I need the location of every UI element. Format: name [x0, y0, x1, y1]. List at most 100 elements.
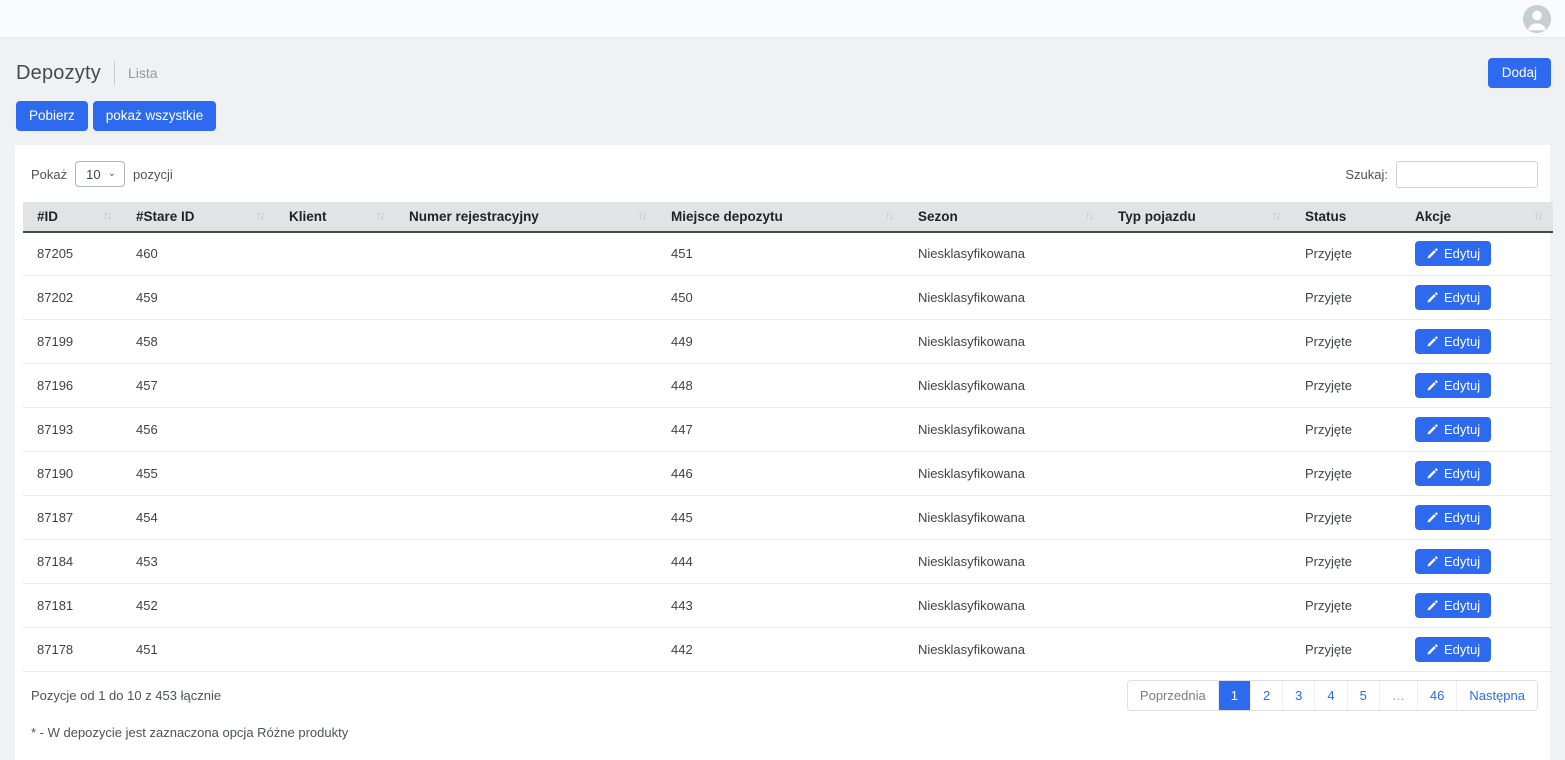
cell-sezon: Niesklasyfikowana [904, 496, 1104, 540]
pagination-page-2[interactable]: 2 [1250, 681, 1282, 710]
pagination-next[interactable]: Następna [1456, 681, 1537, 710]
edit-button[interactable]: Edytuj [1415, 549, 1491, 574]
cell-stare_id: 455 [122, 452, 275, 496]
edit-button-label: Edytuj [1444, 247, 1480, 260]
pagination-page-5[interactable]: 5 [1347, 681, 1379, 710]
footnote: * - W depozycie jest zaznaczona opcja Ró… [23, 725, 1542, 740]
column-label: Numer rejestracyjny [409, 209, 539, 224]
entries-label: pozycji [133, 167, 173, 182]
page-header: Depozyty Lista Dodaj Pobierz pokaż wszys… [0, 38, 1565, 131]
cell-status: Przyjęte [1291, 452, 1401, 496]
pagination-previous[interactable]: Poprzednia [1128, 681, 1218, 710]
table-row: 87196457448NiesklasyfikowanaPrzyjęteEdyt… [23, 364, 1553, 408]
cell-typ_pojazdu [1104, 452, 1291, 496]
cell-status: Przyjęte [1291, 232, 1401, 276]
cell-akcje: Edytuj [1401, 408, 1553, 452]
edit-button-label: Edytuj [1444, 335, 1480, 348]
table-row: 87184453444NiesklasyfikowanaPrzyjęteEdyt… [23, 540, 1553, 584]
column-header-typ_pojazdu[interactable]: Typ pojazdu↑↓ [1104, 202, 1291, 232]
column-label: Klient [289, 209, 327, 224]
sort-icon: ↑↓ [1085, 210, 1094, 222]
cell-numer_rejestracyjny [395, 628, 657, 672]
cell-klient [275, 232, 395, 276]
pencil-icon [1426, 556, 1438, 568]
cell-numer_rejestracyjny [395, 496, 657, 540]
breadcrumb: Lista [128, 65, 158, 81]
column-header-sezon[interactable]: Sezon↑↓ [904, 202, 1104, 232]
edit-button[interactable]: Edytuj [1415, 461, 1491, 486]
cell-id: 87184 [23, 540, 122, 584]
sort-icon: ↑↓ [638, 210, 647, 222]
cell-miejsce_depozytu: 447 [657, 408, 904, 452]
cell-klient [275, 540, 395, 584]
cell-stare_id: 452 [122, 584, 275, 628]
page-title: Depozyty [16, 62, 101, 85]
edit-button[interactable]: Edytuj [1415, 241, 1491, 266]
cell-akcje: Edytuj [1401, 232, 1553, 276]
cell-numer_rejestracyjny [395, 408, 657, 452]
cell-stare_id: 460 [122, 232, 275, 276]
table-card: Pokaż 10 ⌄ pozycji Szukaj: #ID↑↓#Stare I… [15, 145, 1550, 760]
column-header-numer_rejestracyjny[interactable]: Numer rejestracyjny ↑↓ [395, 202, 657, 232]
sort-icon: ↑↓ [103, 210, 112, 222]
edit-button-label: Edytuj [1444, 643, 1480, 656]
cell-numer_rejestracyjny [395, 452, 657, 496]
column-header-stare_id[interactable]: #Stare ID↑↓ [122, 202, 275, 232]
cell-sezon: Niesklasyfikowana [904, 364, 1104, 408]
edit-button[interactable]: Edytuj [1415, 329, 1491, 354]
pencil-icon [1426, 248, 1438, 260]
cell-klient [275, 276, 395, 320]
cell-sezon: Niesklasyfikowana [904, 320, 1104, 364]
column-header-miejsce_depozytu[interactable]: Miejsce depozytu ↑↓ [657, 202, 904, 232]
cell-klient [275, 496, 395, 540]
edit-button[interactable]: Edytuj [1415, 593, 1491, 618]
cell-sezon: Niesklasyfikowana [904, 584, 1104, 628]
download-button[interactable]: Pobierz [16, 101, 88, 131]
cell-stare_id: 453 [122, 540, 275, 584]
cell-miejsce_depozytu: 442 [657, 628, 904, 672]
column-header-id[interactable]: #ID↑↓ [23, 202, 122, 232]
cell-numer_rejestracyjny [395, 364, 657, 408]
column-label: Miejsce depozytu [671, 209, 783, 224]
title-divider [114, 61, 115, 85]
cell-klient [275, 320, 395, 364]
edit-button[interactable]: Edytuj [1415, 637, 1491, 662]
cell-stare_id: 459 [122, 276, 275, 320]
column-header-klient[interactable]: Klient↑↓ [275, 202, 395, 232]
search-input[interactable] [1396, 161, 1538, 188]
edit-button[interactable]: Edytuj [1415, 417, 1491, 442]
table-row: 87199458449NiesklasyfikowanaPrzyjęteEdyt… [23, 320, 1553, 364]
edit-button[interactable]: Edytuj [1415, 373, 1491, 398]
cell-miejsce_depozytu: 451 [657, 232, 904, 276]
column-label: Status [1305, 209, 1346, 224]
pagination-page-1[interactable]: 1 [1218, 681, 1250, 710]
table-header-row: #ID↑↓#Stare ID↑↓Klient↑↓Numer rejestracy… [23, 202, 1553, 232]
pagination-page-4[interactable]: 4 [1314, 681, 1346, 710]
table-row: 87181452443NiesklasyfikowanaPrzyjęteEdyt… [23, 584, 1553, 628]
cell-miejsce_depozytu: 444 [657, 540, 904, 584]
search-label: Szukaj: [1345, 167, 1388, 182]
sort-icon: ↑↓ [885, 210, 894, 222]
pencil-icon [1426, 336, 1438, 348]
edit-button[interactable]: Edytuj [1415, 505, 1491, 530]
column-header-status[interactable]: Status [1291, 202, 1401, 232]
cell-miejsce_depozytu: 445 [657, 496, 904, 540]
pagination-page-3[interactable]: 3 [1282, 681, 1314, 710]
user-avatar-icon[interactable] [1522, 4, 1552, 34]
cell-klient [275, 364, 395, 408]
cell-klient [275, 452, 395, 496]
pencil-icon [1426, 600, 1438, 612]
column-header-akcje[interactable]: Akcje↑↓ [1401, 202, 1553, 232]
pencil-icon [1426, 468, 1438, 480]
pagination-page-46[interactable]: 46 [1417, 681, 1456, 710]
edit-button[interactable]: Edytuj [1415, 285, 1491, 310]
cell-sezon: Niesklasyfikowana [904, 232, 1104, 276]
cell-typ_pojazdu [1104, 364, 1291, 408]
add-button[interactable]: Dodaj [1488, 58, 1551, 88]
cell-akcje: Edytuj [1401, 540, 1553, 584]
page-size-select[interactable]: 10 ⌄ [75, 161, 125, 187]
pencil-icon [1426, 292, 1438, 304]
show-all-button[interactable]: pokaż wszystkie [93, 101, 217, 131]
table-row: 87178451442NiesklasyfikowanaPrzyjęteEdyt… [23, 628, 1553, 672]
deposits-table: #ID↑↓#Stare ID↑↓Klient↑↓Numer rejestracy… [23, 202, 1553, 673]
